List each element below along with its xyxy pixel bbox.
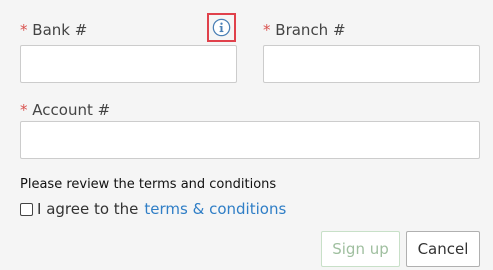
account-number-input[interactable]: [20, 121, 480, 159]
cancel-button[interactable]: Cancel: [406, 231, 480, 267]
account-required-mark: *: [20, 101, 28, 119]
bank-required-mark: *: [20, 21, 28, 39]
agree-terms-row: I agree to the terms & conditions: [20, 199, 286, 219]
info-circle-icon: [212, 18, 231, 37]
terms-and-conditions-link[interactable]: terms & conditions: [144, 200, 286, 218]
agree-terms-text: I agree to the: [37, 200, 139, 218]
branch-label: * Branch #: [263, 21, 346, 39]
bank-label: * Bank #: [20, 21, 87, 39]
terms-review-note: Please review the terms and conditions: [20, 177, 277, 192]
bank-info-button[interactable]: [207, 13, 236, 42]
bank-label-text: Bank #: [32, 21, 88, 39]
sign-up-button[interactable]: Sign up: [321, 231, 400, 267]
branch-required-mark: *: [263, 21, 271, 39]
bank-number-input[interactable]: [20, 45, 237, 83]
branch-number-input[interactable]: [263, 45, 480, 83]
agree-terms-checkbox[interactable]: [20, 202, 33, 216]
branch-label-text: Branch #: [275, 21, 346, 39]
account-label-text: Account #: [32, 101, 111, 119]
account-label: * Account #: [20, 101, 110, 119]
